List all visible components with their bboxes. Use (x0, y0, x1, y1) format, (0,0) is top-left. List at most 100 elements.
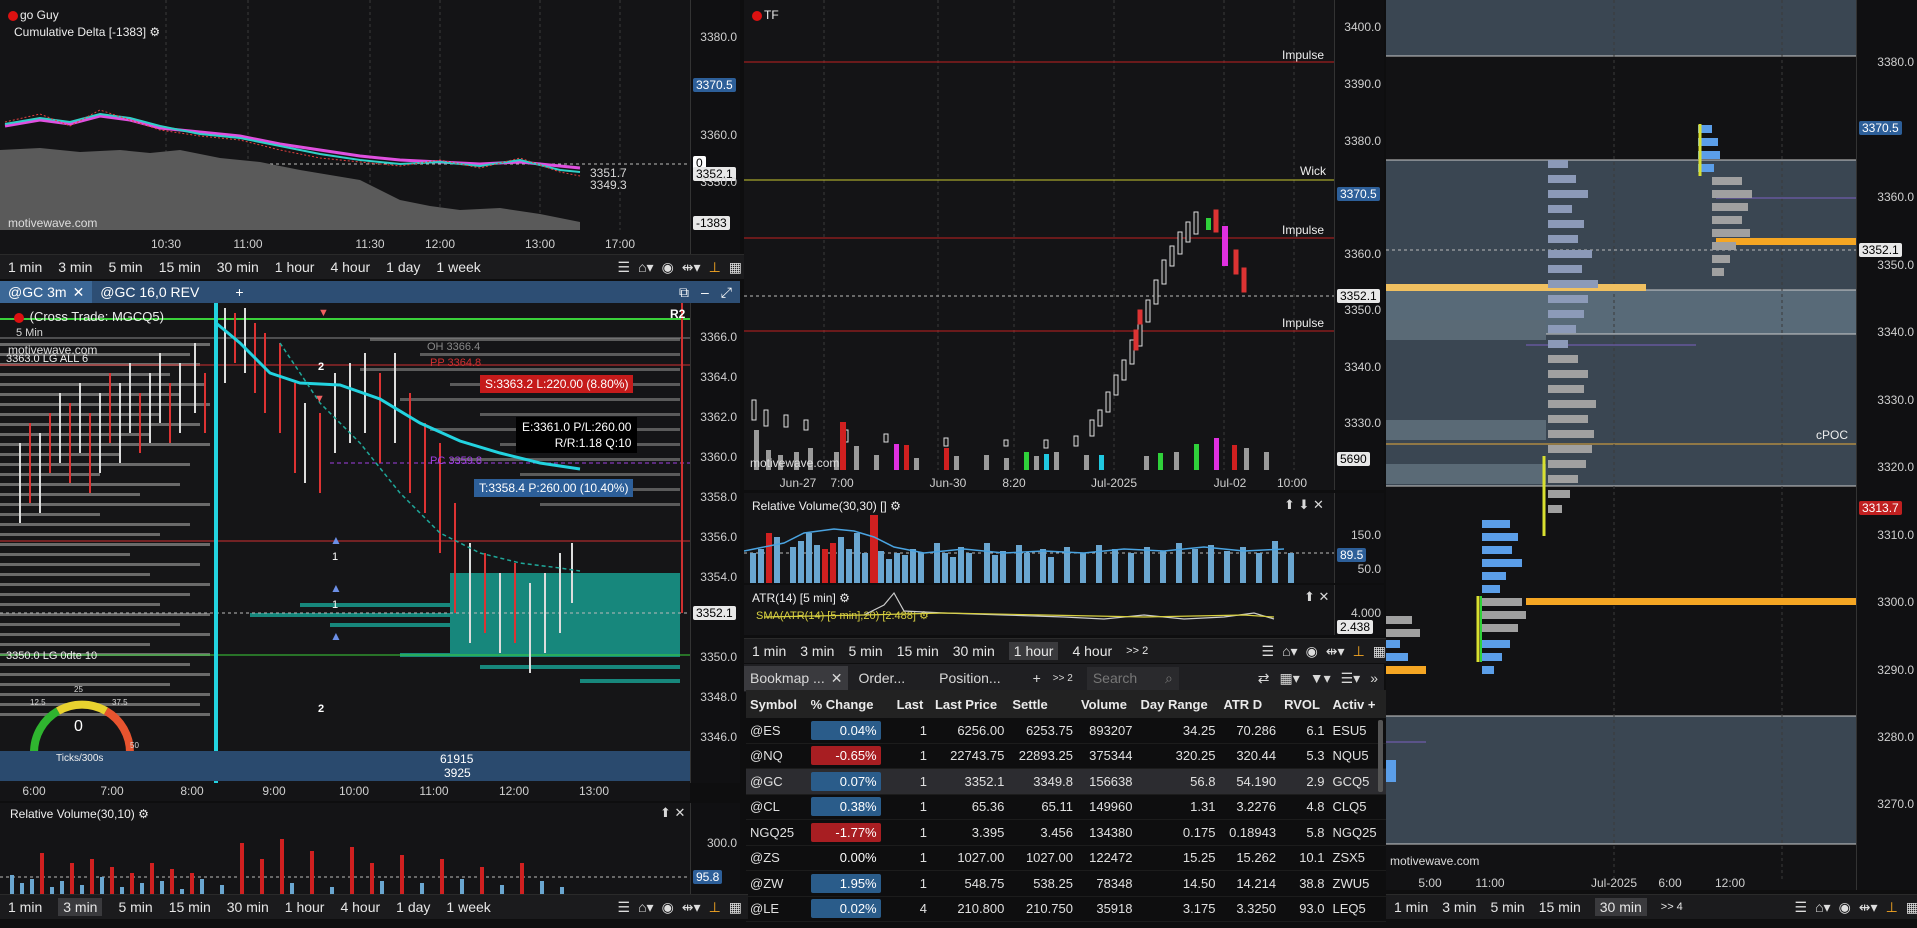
more-tabs[interactable]: >> 2 (1049, 669, 1077, 688)
tf-1day[interactable]: 1 day (386, 259, 420, 275)
tf-more[interactable]: >> 2 (1126, 645, 1148, 657)
minimize-icon[interactable]: – (701, 284, 709, 301)
calendar-icon[interactable]: ▦ (1373, 643, 1386, 660)
col-rvol[interactable]: RVOL (1280, 690, 1329, 718)
width-icon[interactable]: ⇹▾ (682, 899, 701, 916)
tf-1hour[interactable]: 1 hour (275, 259, 315, 275)
tf-1week[interactable]: 1 week (446, 899, 490, 915)
tf-4hour[interactable]: 4 hour (340, 899, 380, 915)
list-icon[interactable]: ☰ (1795, 899, 1808, 916)
close-icon[interactable]: ✕ (831, 670, 843, 687)
add-column-icon[interactable]: + (1368, 697, 1376, 712)
tab-position[interactable]: Position... (915, 666, 1024, 690)
close-icon[interactable]: ✕ (73, 284, 85, 301)
maximize-icon[interactable]: ⤢ (721, 284, 732, 301)
table-row[interactable]: @ES 0.04% 1 6256.00 6253.75 893207 34.25 70.286… (746, 718, 1386, 744)
eye-icon[interactable]: ◉ (662, 259, 674, 276)
eye-icon[interactable]: ◉ (662, 899, 674, 916)
col-last-price[interactable]: Last Price (930, 690, 1009, 718)
pin-icon[interactable]: ⊥ (709, 899, 721, 916)
pin-icon[interactable]: ⊥ (709, 259, 721, 276)
list-icon[interactable]: ☰ (618, 259, 631, 276)
table-row[interactable]: @LE 0.02% 4 210.800 210.750 35918 3.175 3.3250 9… (746, 896, 1386, 922)
tf-1min[interactable]: 1 min (8, 259, 42, 275)
calendar-icon[interactable]: ▦ (729, 259, 742, 276)
entry-box[interactable]: E:3361.0 P/L:260.00 R/R:1.18 Q:10 (516, 417, 638, 453)
col-volume[interactable]: Volume (1076, 690, 1137, 718)
pin-icon[interactable]: ⊥ (1886, 899, 1898, 916)
col-symbol[interactable]: Symbol (746, 690, 807, 718)
eye-icon[interactable]: ◉ (1306, 643, 1318, 660)
table-row[interactable]: @ZS 0.00% 1 1027.00 1027.00 122472 15.25 15.262… (746, 845, 1386, 871)
columns-icon[interactable]: ▦▾ (1279, 670, 1299, 687)
add-tab-button[interactable]: + (227, 281, 251, 303)
price-axis[interactable]: 4.000 2.438 (1334, 585, 1384, 635)
tf-1min[interactable]: 1 min (8, 899, 42, 915)
width-icon[interactable]: ⇹▾ (1326, 643, 1345, 660)
list-icon[interactable]: ☰ (1262, 643, 1275, 660)
tf-3min[interactable]: 3 min (58, 259, 92, 275)
tf-3min[interactable]: 3 min (58, 898, 103, 916)
table-row[interactable]: @ZW 1.95% 1 548.75 538.25 78348 14.50 14.214 38.… (746, 870, 1386, 897)
tf-5min[interactable]: 5 min (848, 643, 882, 659)
price-axis[interactable]: 150.0 89.5 50.0 (1334, 493, 1384, 583)
width-icon[interactable]: ⇹▾ (1859, 899, 1878, 916)
home-icon[interactable]: ⌂▾ (1282, 643, 1297, 660)
col-last[interactable]: Last (892, 690, 931, 718)
tf-3min[interactable]: 3 min (800, 643, 834, 659)
tf-15min[interactable]: 15 min (169, 899, 211, 915)
price-axis[interactable]: 3366.0 3364.0 3362.0 3360.0 3358.0 3356.… (690, 303, 740, 783)
col-change[interactable]: % Change (806, 690, 893, 718)
tab-order[interactable]: Order... (848, 666, 915, 690)
add-tab-button[interactable]: + (1025, 666, 1049, 690)
price-axis[interactable]: 300.0 95.8 (690, 803, 740, 901)
eye-icon[interactable]: ◉ (1839, 899, 1851, 916)
tf-5min[interactable]: 5 min (118, 899, 152, 915)
col-settle[interactable]: Settle (1008, 690, 1077, 718)
sync-icon[interactable]: ⇄ (1258, 670, 1270, 687)
filter-icon[interactable]: ▼▾ (1310, 670, 1331, 687)
search-input[interactable]: Search ⌕ (1086, 666, 1179, 690)
pin-icon[interactable]: ⊥ (1353, 643, 1365, 660)
tf-4hour[interactable]: 4 hour (330, 259, 370, 275)
target-box[interactable]: T:3358.4 P:260.00 (10.40%) (474, 479, 634, 497)
tab-gc-3m[interactable]: @GC 3m ✕ (0, 281, 93, 303)
price-axis[interactable]: 3400.0 3390.0 3380.0 3370.5 3360.0 3352.… (1334, 0, 1384, 490)
price-axis[interactable]: 3380.0 3370.5 3360.0 3352.1 3350.0 3340.… (1856, 0, 1917, 890)
tab-bookmap[interactable]: Bookmap ... ✕ (744, 665, 849, 691)
tf-5min[interactable]: 5 min (108, 259, 142, 275)
width-icon[interactable]: ⇹▾ (682, 259, 701, 276)
tf-3min[interactable]: 3 min (1442, 899, 1476, 915)
col-day-range[interactable]: Day Range (1136, 690, 1220, 718)
table-scrollbar[interactable] (1378, 720, 1383, 792)
calendar-icon[interactable]: ▦ (1906, 899, 1917, 916)
list-icon[interactable]: ☰ (618, 899, 631, 916)
tf-1hour[interactable]: 1 hour (285, 899, 325, 915)
tf-15min[interactable]: 15 min (897, 643, 939, 659)
table-row[interactable]: NGQ25 -1.77% 1 3.395 3.456 134380 0.175 0.18943… (746, 819, 1386, 846)
table-row[interactable]: @GC 0.07% 1 3352.1 3349.8 156638 56.8 54.190 2.9… (746, 768, 1386, 795)
calendar-icon[interactable]: ▦ (729, 899, 742, 916)
table-row[interactable]: @NQ -0.65% 1 22743.75 22893.25 375344 320.25 32… (746, 743, 1386, 769)
tf-30min[interactable]: 30 min (953, 643, 995, 659)
menu-icon[interactable]: ☰▾ (1341, 670, 1361, 687)
tab-gc-rev[interactable]: @GC 16,0 REV (92, 281, 207, 303)
home-icon[interactable]: ⌂▾ (638, 899, 653, 916)
tf-5min[interactable]: 5 min (1490, 899, 1524, 915)
tf-1week[interactable]: 1 week (436, 259, 480, 275)
stop-loss-box[interactable]: S:3363.2 L:220.00 (8.80%) (480, 375, 634, 393)
tf-1day[interactable]: 1 day (396, 899, 430, 915)
tf-15min[interactable]: 15 min (159, 259, 201, 275)
tf-30min[interactable]: 30 min (217, 259, 259, 275)
tf-1hour[interactable]: 1 hour (1008, 642, 1059, 660)
tf-4hour[interactable]: 4 hour (1072, 643, 1112, 659)
price-axis[interactable]: 3380.0 3370.5 3360.0 0 3352.1 3350.0 -13… (690, 0, 740, 255)
detach-icon[interactable]: ⧉ (679, 284, 689, 301)
tf-1min[interactable]: 1 min (1394, 899, 1428, 915)
home-icon[interactable]: ⌂▾ (638, 259, 653, 276)
col-atr[interactable]: ATR D (1219, 690, 1281, 718)
table-row[interactable]: @CL 0.38% 1 65.36 65.11 149960 1.31 3.2276 4.8 CL… (746, 794, 1386, 820)
tf-15min[interactable]: 15 min (1539, 899, 1581, 915)
expand-icon[interactable]: » (1370, 670, 1378, 687)
tf-30min[interactable]: 30 min (227, 899, 269, 915)
